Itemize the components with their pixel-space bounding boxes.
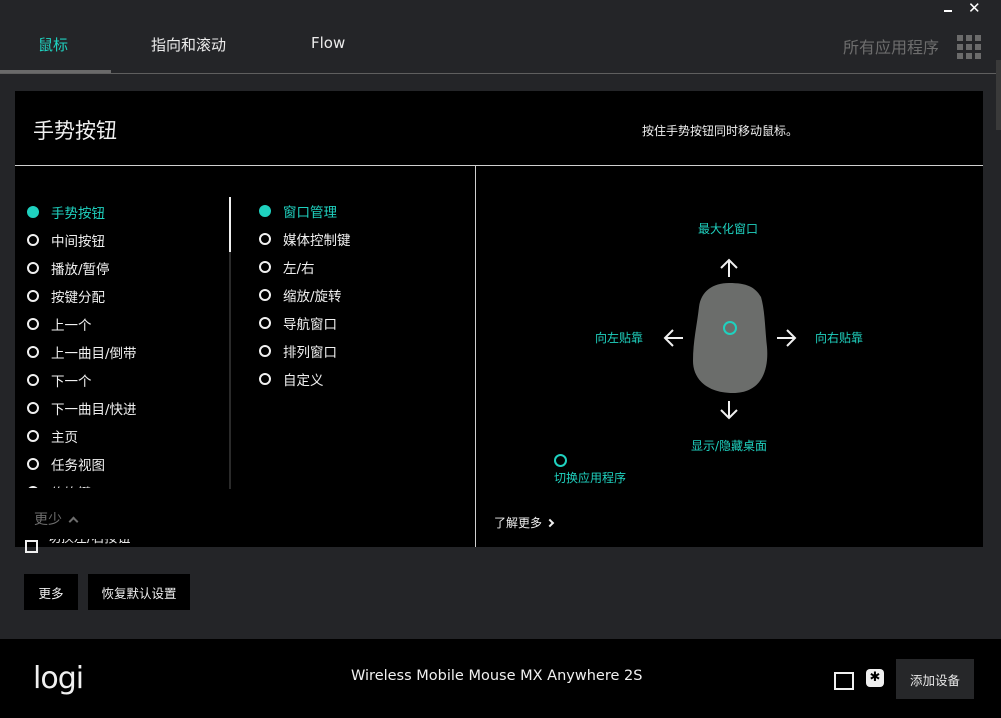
button-action-item[interactable]: 中间按钮 bbox=[27, 226, 227, 254]
list-item-label: 上一个 bbox=[51, 318, 92, 334]
button-action-item[interactable]: 下一个 bbox=[27, 366, 227, 394]
tab-bar: 鼠标 指向和滚动 Flow 所有应用程序 bbox=[0, 0, 1001, 74]
list-item-label: 排列窗口 bbox=[283, 345, 337, 361]
list-item-label: 上一曲目/倒带 bbox=[51, 346, 137, 362]
divider bbox=[15, 165, 983, 166]
radio-unselected-icon[interactable] bbox=[259, 233, 271, 245]
gesture-mode-item[interactable]: 导航窗口 bbox=[259, 309, 351, 337]
button-action-item[interactable]: 播放/暂停 bbox=[27, 254, 227, 282]
list-item-label: 播放/暂停 bbox=[51, 262, 110, 278]
list-item-label: 缩放/旋转 bbox=[283, 289, 342, 305]
learn-more-label: 了解更多 bbox=[494, 516, 543, 530]
arrow-left-icon bbox=[663, 329, 683, 347]
gesture-mode-item[interactable]: 排列窗口 bbox=[259, 337, 351, 365]
panel-hint: 按住手势按钮同时移动鼠标。 bbox=[642, 124, 799, 138]
list-item-label: 按键分配 bbox=[51, 290, 105, 306]
list-item-label: 任务视图 bbox=[51, 458, 105, 474]
radio-unselected-icon[interactable] bbox=[27, 234, 39, 246]
list-item-label: 中间按钮 bbox=[51, 234, 105, 250]
button-action-item[interactable]: 手势按钮 bbox=[27, 198, 227, 226]
gesture-mode-item[interactable]: 左/右 bbox=[259, 253, 351, 281]
button-action-item[interactable]: 上一个 bbox=[27, 310, 227, 338]
gesture-click-indicator[interactable] bbox=[554, 454, 567, 467]
list-item-label: 手势按钮 bbox=[51, 206, 105, 222]
button-action-list: 手势按钮中间按钮播放/暂停按键分配上一个上一曲目/倒带 下一个下一曲目/快进 主页任… bbox=[27, 198, 227, 488]
list-scrollbar-thumb[interactable] bbox=[229, 197, 231, 252]
list-item-label: 左/右 bbox=[283, 261, 315, 277]
tab-divider bbox=[0, 73, 1001, 74]
tab-point-and-scroll[interactable]: 指向和滚动 bbox=[151, 34, 226, 55]
radio-unselected-icon[interactable] bbox=[27, 318, 39, 330]
logi-logo: logi bbox=[33, 661, 84, 696]
gesture-button-panel: 手势按钮 按住手势按钮同时移动鼠标。 手势按钮中间按钮播放/暂停按键分配上一个上… bbox=[15, 91, 983, 547]
button-action-item[interactable]: 按键分配 bbox=[27, 282, 227, 310]
learn-more-link[interactable]: 了解更多 bbox=[494, 514, 555, 531]
radio-selected-icon[interactable] bbox=[259, 205, 271, 217]
radio-unselected-icon[interactable] bbox=[259, 289, 271, 301]
radio-unselected-icon[interactable] bbox=[259, 373, 271, 385]
radio-unselected-icon[interactable] bbox=[27, 346, 39, 358]
gesture-right-label: 向右贴靠 bbox=[815, 331, 864, 345]
all-applications-button[interactable]: 所有应用程序 bbox=[843, 34, 939, 58]
button-action-item[interactable]: 上一曲目/倒带 bbox=[27, 338, 227, 366]
radio-unselected-icon[interactable] bbox=[27, 290, 39, 302]
radio-unselected-icon[interactable] bbox=[259, 345, 271, 357]
radio-unselected-icon[interactable] bbox=[259, 261, 271, 273]
gesture-up-label: 最大化窗口 bbox=[698, 222, 759, 236]
radio-unselected-icon[interactable] bbox=[27, 430, 39, 442]
button-action-item[interactable]: 主页 bbox=[27, 422, 227, 450]
device-name: Wireless Mobile Mouse MX Anywhere 2S bbox=[351, 668, 643, 684]
radio-unselected-icon[interactable] bbox=[27, 402, 39, 414]
footer: logi Wireless Mobile Mouse MX Anywhere 2… bbox=[0, 639, 1001, 718]
mouse-gesture-diagram bbox=[663, 258, 797, 420]
divider bbox=[475, 165, 476, 547]
list-item-label: 修饰键 bbox=[51, 482, 92, 488]
radio-unselected-icon[interactable] bbox=[27, 374, 39, 386]
radio-unselected-icon[interactable] bbox=[27, 486, 39, 488]
button-action-item[interactable]: 下一曲目/快进 bbox=[27, 394, 227, 422]
tab-mouse[interactable]: 鼠标 bbox=[38, 34, 68, 55]
chevron-right-icon bbox=[545, 518, 555, 527]
arrow-up-icon bbox=[720, 258, 738, 277]
show-less-toggle[interactable]: 更少 bbox=[34, 509, 79, 529]
tab-flow[interactable]: Flow bbox=[311, 34, 345, 52]
radio-selected-icon[interactable] bbox=[27, 206, 39, 218]
gesture-down-label: 显示/隐藏桌面 bbox=[691, 439, 768, 453]
gesture-mode-list: 窗口管理媒体控制键左/右缩放/旋转导航窗口排列窗口自定义 bbox=[259, 197, 351, 393]
list-item-label: 媒体控制键 bbox=[283, 233, 351, 249]
radio-unselected-icon[interactable] bbox=[27, 458, 39, 470]
gesture-mode-item[interactable]: 自定义 bbox=[259, 365, 351, 393]
gesture-left-label: 向左贴靠 bbox=[595, 331, 644, 345]
button-action-item[interactable]: 修饰键 bbox=[27, 478, 227, 488]
show-less-label: 更少 bbox=[34, 512, 62, 528]
arrow-down-icon bbox=[720, 401, 738, 420]
gesture-mode-item[interactable]: 窗口管理 bbox=[259, 197, 351, 225]
radio-unselected-icon[interactable] bbox=[259, 317, 271, 329]
chevron-up-icon bbox=[68, 516, 79, 526]
grid-icon[interactable] bbox=[957, 35, 981, 59]
list-item-label: 下一个 bbox=[51, 374, 92, 390]
settings-icon[interactable]: ✱ bbox=[866, 669, 884, 687]
panel-title: 手势按钮 bbox=[33, 119, 117, 143]
list-item-label: 下一曲目/快进 bbox=[51, 402, 137, 418]
mouse-body bbox=[693, 283, 768, 393]
button-action-item[interactable]: 任务视图 bbox=[27, 450, 227, 478]
window-scrollbar[interactable] bbox=[996, 60, 1001, 130]
arrow-right-icon bbox=[777, 329, 797, 347]
restore-defaults-button[interactable]: 恢复默认设置 bbox=[88, 574, 190, 610]
swap-buttons-checkbox[interactable] bbox=[25, 540, 38, 553]
list-item-label: 主页 bbox=[51, 430, 78, 446]
battery-icon[interactable] bbox=[834, 672, 854, 690]
list-item-label: 导航窗口 bbox=[283, 317, 337, 333]
list-item-label: 自定义 bbox=[283, 373, 324, 389]
add-device-button[interactable]: 添加设备 bbox=[896, 659, 974, 699]
radio-unselected-icon[interactable] bbox=[27, 262, 39, 274]
gesture-click-label: 切换应用程序 bbox=[554, 471, 627, 485]
more-button[interactable]: 更多 bbox=[24, 574, 78, 610]
gesture-mode-item[interactable]: 媒体控制键 bbox=[259, 225, 351, 253]
gesture-mode-item[interactable]: 缩放/旋转 bbox=[259, 281, 351, 309]
list-item-label: 窗口管理 bbox=[283, 205, 337, 221]
